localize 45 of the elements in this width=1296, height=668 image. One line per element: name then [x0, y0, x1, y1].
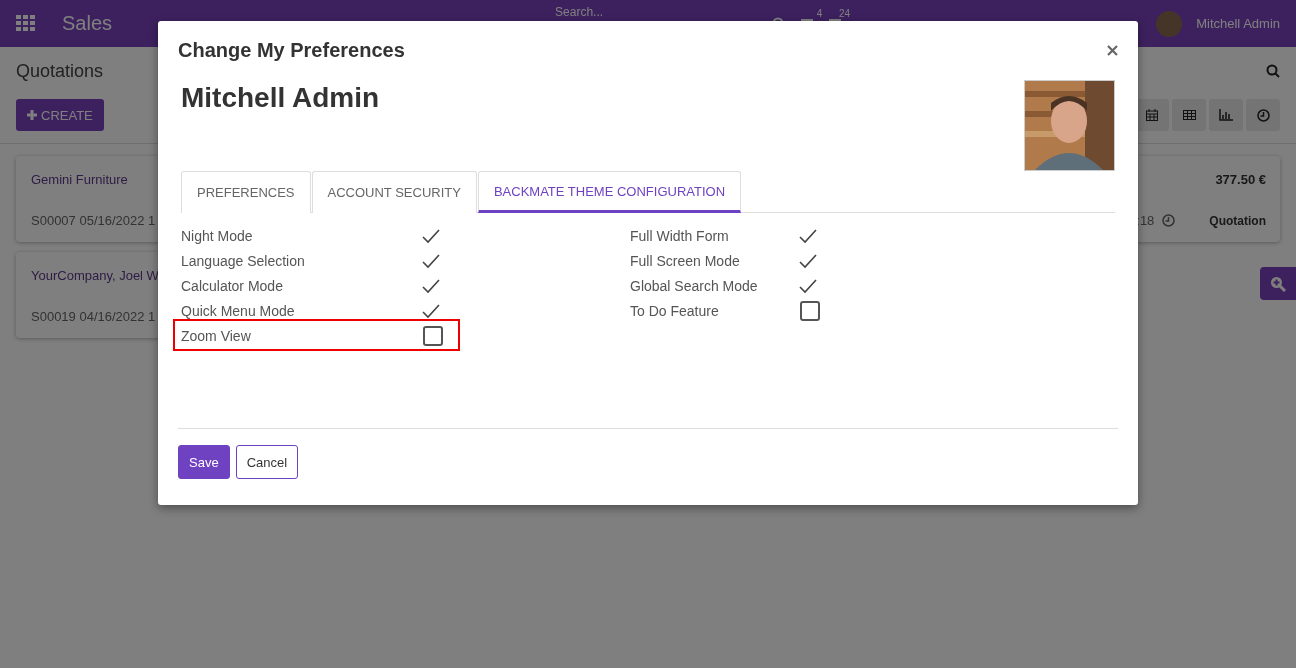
notification-count: 4: [816, 7, 823, 19]
tab[interactable]: ACCOUNT SECURITY: [311, 171, 477, 213]
zoom-in-icon: [1270, 275, 1286, 292]
dialog-title: Change My Preferences: [178, 39, 405, 62]
bar-chart-icon: [1219, 109, 1233, 121]
search-icon[interactable]: [1266, 64, 1280, 78]
plus-icon: [27, 110, 37, 120]
option-label: Language Selection: [181, 252, 306, 269]
search-field[interactable]: Search...: [555, 5, 604, 19]
order-status: Quotation: [1209, 213, 1266, 228]
apps-grid-icon[interactable]: [16, 14, 36, 33]
user-name[interactable]: Mitchell Admin: [1196, 16, 1280, 31]
option-label: Full Screen Mode: [630, 252, 741, 269]
option-label: Calculator Mode: [181, 277, 284, 294]
notification-count: 24: [839, 7, 851, 19]
clock-icon: [1256, 108, 1270, 122]
save-button[interactable]: Save: [178, 445, 230, 479]
clock-icon[interactable]: [1162, 214, 1176, 227]
checkbox[interactable]: [800, 300, 820, 321]
tab[interactable]: PREFERENCES: [181, 171, 311, 213]
option-label: Night Mode: [181, 227, 254, 244]
app-name: Sales: [62, 12, 113, 35]
option-label: Zoom View: [181, 327, 252, 344]
calendar-icon: [1146, 109, 1158, 121]
zoom-button[interactable]: [1260, 267, 1296, 300]
order-amount: 377.50 €: [1214, 172, 1266, 187]
list-view-button[interactable]: [1172, 99, 1206, 131]
tab[interactable]: BACKMATE THEME CONFIGURATION: [477, 171, 742, 213]
create-button[interactable]: CREATE: [16, 99, 104, 131]
order-reference: S00007 05/16/2022 1: [31, 213, 156, 228]
page-title: Quotations: [16, 60, 104, 82]
order-time: :18: [1136, 213, 1155, 228]
cancel-button[interactable]: Cancel: [235, 445, 299, 479]
order-reference: S00019 04/16/2022 1: [31, 309, 157, 324]
option-label: To Do Feature: [630, 302, 720, 319]
customer-name: YourCompany, Joel W: [31, 268, 159, 283]
checkbox[interactable]: [423, 325, 443, 346]
user-name: Mitchell Admin: [181, 82, 380, 115]
customer-name: Gemini Furniture: [31, 172, 129, 187]
option-label: Quick Menu Mode: [181, 302, 296, 319]
graph-view-button[interactable]: [1209, 99, 1243, 131]
activity-view-button[interactable]: [1246, 99, 1280, 131]
option-label: Full Width Form: [630, 227, 730, 244]
option-label: Global Search Mode: [630, 277, 759, 294]
table-icon: [1182, 110, 1196, 120]
